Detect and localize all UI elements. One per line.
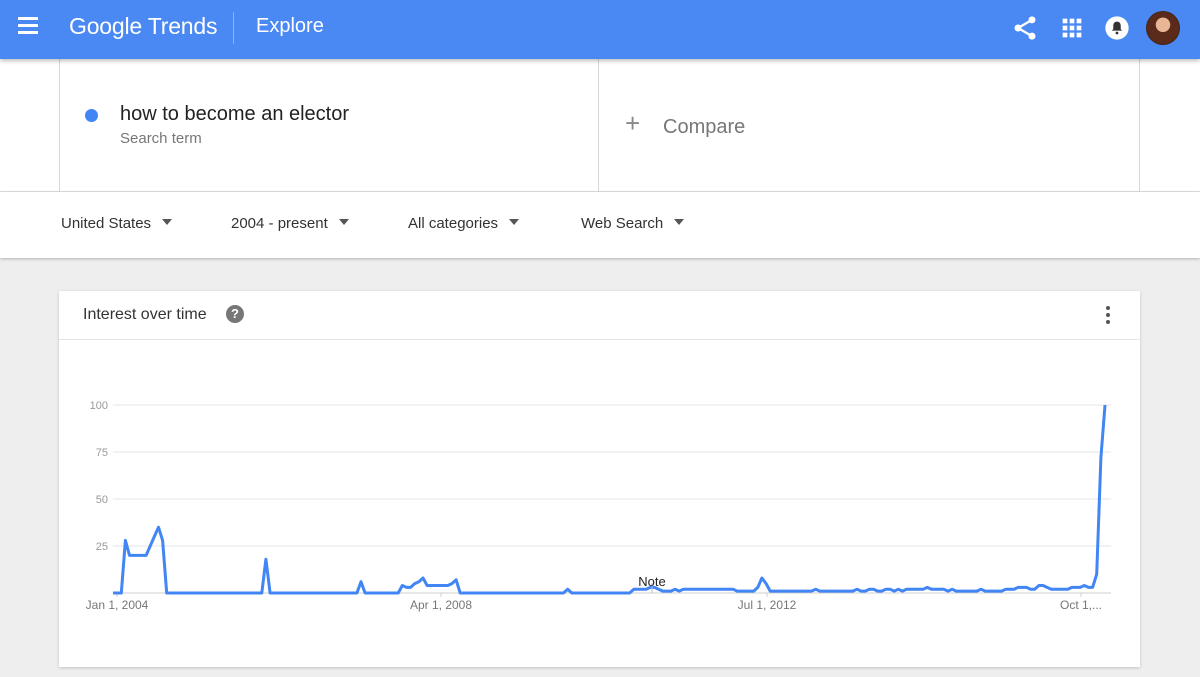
page-title: Explore [256, 15, 324, 37]
interest-over-time-card: Interest over time ? 100 75 50 25 Jan 1, 200… [59, 291, 1140, 667]
compare-button[interactable]: + Compare [599, 59, 1140, 192]
chevron-down-icon [674, 219, 685, 225]
category-filter[interactable]: All categories [408, 215, 520, 232]
y-tick-label: 100 [90, 400, 108, 412]
region-filter-label: United States [61, 215, 152, 232]
x-tick-label: Oct 1,... [1060, 598, 1102, 612]
y-tick-label: 50 [96, 494, 108, 506]
notifications-icon[interactable] [1103, 14, 1131, 42]
time-filter-label: 2004 - present [231, 215, 328, 232]
term-color-dot [85, 109, 98, 122]
menu-icon[interactable] [18, 17, 42, 39]
search-type-filter-label: Web Search [581, 215, 664, 232]
plus-icon: + [625, 108, 641, 138]
search-type-filter[interactable]: Web Search [581, 215, 685, 232]
search-term[interactable]: how to become an elector [120, 103, 349, 126]
chevron-down-icon [509, 219, 520, 225]
chevron-down-icon [338, 219, 349, 225]
search-term-card[interactable]: how to become an elector Search term [59, 59, 599, 192]
x-tick-label: Jan 1, 2004 [86, 598, 149, 612]
search-panel: how to become an elector Search term + C… [0, 59, 1200, 192]
x-tick-label: Apr 1, 2008 [410, 598, 472, 612]
y-tick-label: 25 [96, 541, 108, 553]
search-term-type: Search term [120, 130, 202, 147]
x-tick-label: Jul 1, 2012 [738, 598, 797, 612]
header-divider [233, 12, 234, 44]
chevron-down-icon [162, 219, 173, 225]
note-annotation: Note [638, 574, 665, 589]
interest-chart: 100 75 50 25 Jan 1, 2004 Apr 1, 2008 Jul 1, 20… [86, 400, 1111, 612]
time-filter[interactable]: 2004 - present [231, 215, 349, 232]
app-header: Google Trends Explore [0, 0, 1200, 59]
avatar[interactable] [1146, 11, 1180, 45]
compare-label: Compare [663, 116, 746, 138]
share-icon[interactable] [1011, 14, 1039, 42]
apps-grid-icon[interactable] [1058, 14, 1086, 42]
filter-bar: United States 2004 - present All categor… [0, 192, 1200, 258]
region-filter[interactable]: United States [61, 215, 173, 232]
category-filter-label: All categories [408, 215, 499, 232]
google-trends-logo[interactable]: Google Trends [69, 13, 217, 40]
y-tick-label: 75 [96, 447, 108, 459]
